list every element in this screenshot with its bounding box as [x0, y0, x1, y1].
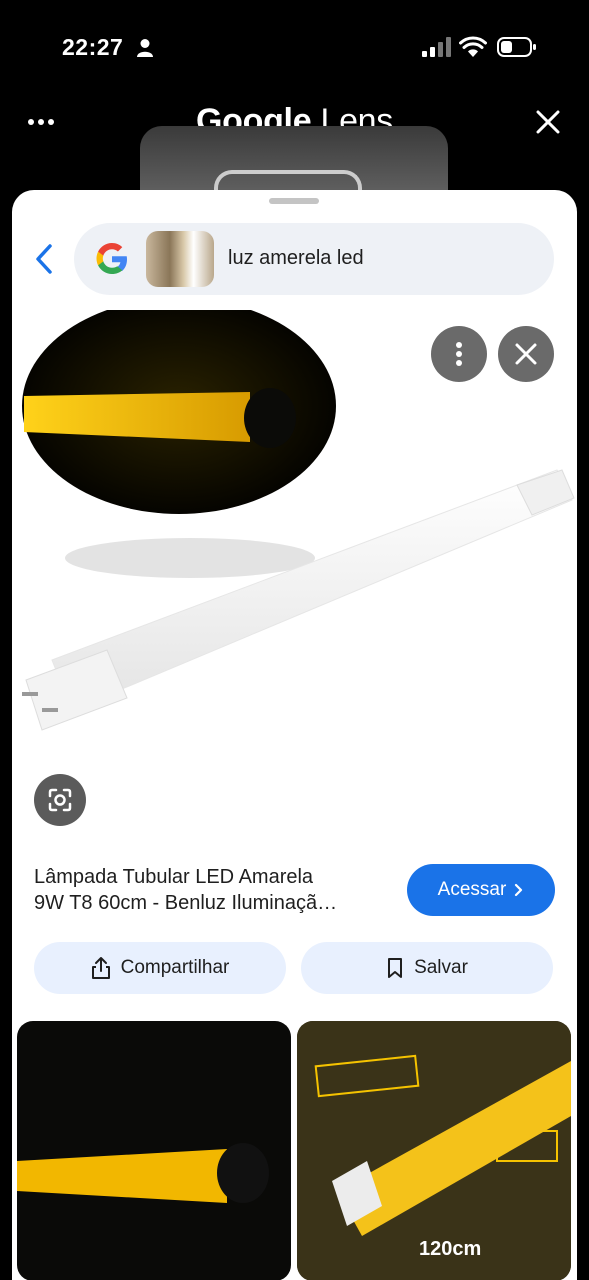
share-button[interactable]: Compartilhar — [34, 942, 286, 994]
share-label: Compartilhar — [120, 957, 230, 978]
related-image-2-label: 120cm — [419, 1238, 482, 1260]
result-title-line1: Lâmpada Tubular LED Amarela — [34, 866, 314, 888]
image-options-button[interactable] — [431, 326, 487, 382]
visit-button[interactable]: Acessar — [407, 864, 555, 916]
close-image-button[interactable] — [498, 326, 554, 382]
chevron-right-icon — [515, 883, 523, 897]
status-time: 22:27 — [62, 34, 124, 60]
close-icon[interactable] — [532, 106, 564, 138]
close-icon — [515, 343, 537, 365]
google-logo-icon — [96, 243, 127, 274]
results-sheet: luz amerela led Lâmpada Tubular LED Amar… — [12, 190, 577, 1280]
query-thumbnail[interactable] — [146, 231, 214, 287]
bookmark-icon — [388, 958, 403, 978]
product-image[interactable] — [12, 310, 577, 750]
related-image-2[interactable]: 120cm — [297, 1021, 571, 1280]
more-vert-icon — [456, 342, 462, 366]
battery-icon — [497, 37, 536, 57]
drag-handle[interactable] — [269, 198, 319, 204]
related-image-1[interactable] — [17, 1021, 291, 1280]
result-title-line2: 9W T8 60cm - Benluz Iluminaçã… — [34, 892, 338, 914]
share-icon — [91, 957, 110, 979]
save-button[interactable]: Salvar — [301, 942, 553, 994]
search-query[interactable]: luz amerela led — [228, 247, 364, 270]
lens-scan-icon — [48, 788, 72, 812]
related-image-1-art — [17, 1143, 269, 1203]
save-label: Salvar — [414, 957, 468, 978]
search-bar[interactable]: luz amerela led — [74, 223, 554, 295]
result-title[interactable]: Lâmpada Tubular LED Amarela 9W T8 60cm -… — [34, 864, 394, 916]
signal-icon — [422, 37, 451, 57]
status-bar: 22:27 — [0, 0, 589, 96]
wifi-icon — [459, 36, 487, 57]
back-icon[interactable] — [32, 242, 56, 276]
visit-label: Acessar — [437, 879, 507, 900]
person-icon — [137, 39, 153, 57]
lens-scan-button[interactable] — [34, 774, 86, 826]
